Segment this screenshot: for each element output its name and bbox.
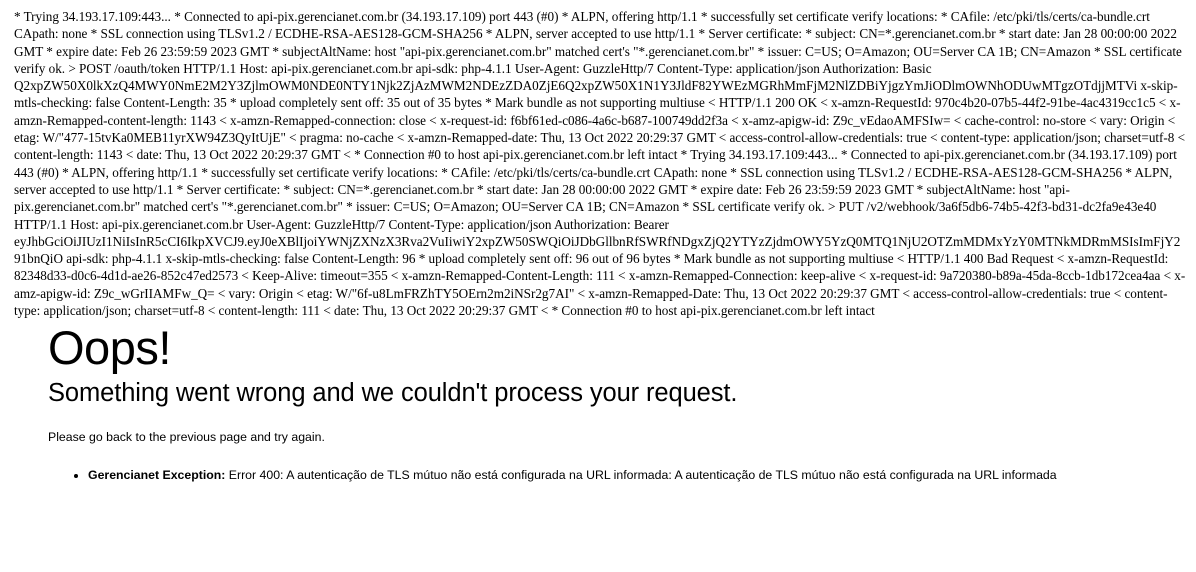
list-item: Gerencianet Exception: Error 400: A aute… bbox=[88, 467, 1176, 484]
exception-name: Gerencianet Exception: bbox=[88, 468, 226, 482]
error-subheading: Something went wrong and we couldn't pro… bbox=[48, 379, 738, 407]
page-title: Oops! bbox=[48, 321, 171, 374]
error-hint-text: Please go back to the previous page and … bbox=[48, 430, 325, 444]
curl-debug-output: * Trying 34.193.17.109:443... * Connecte… bbox=[14, 8, 1186, 319]
exception-message: Error 400: A autenticação de TLS mútuo n… bbox=[225, 468, 1057, 482]
error-message-list: Gerencianet Exception: Error 400: A aute… bbox=[48, 467, 1176, 484]
error-block-inner: Oops! Something went wrong and we couldn… bbox=[48, 322, 1176, 484]
curl-debug-output-part2: api-sdk: php-4.1.1 x-skip-mtls-checking:… bbox=[14, 251, 1186, 319]
curl-debug-output-part1: * Trying 34.193.17.109:443... * Connecte… bbox=[14, 9, 1186, 267]
error-block: Oops! Something went wrong and we couldn… bbox=[0, 322, 1196, 484]
